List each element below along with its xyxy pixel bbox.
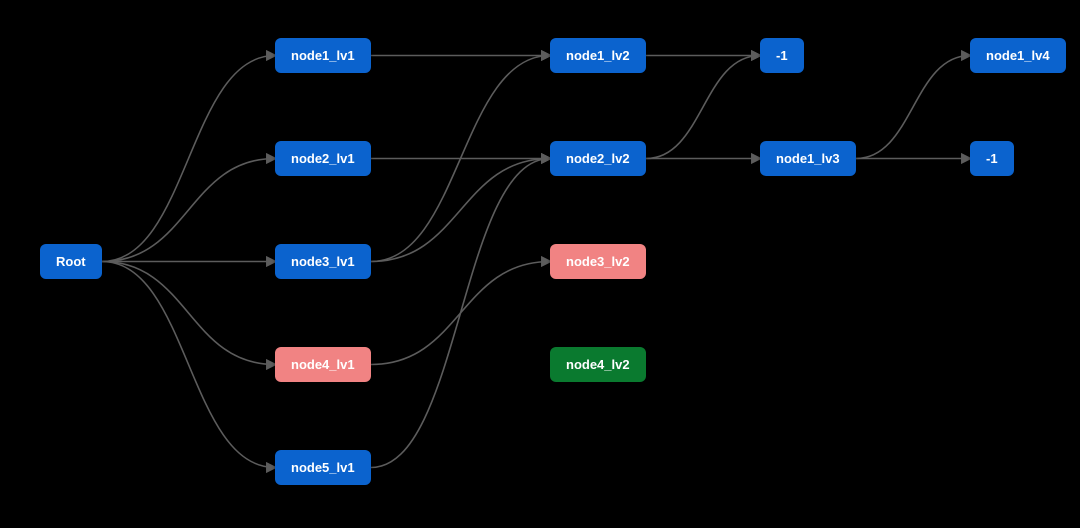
edge-n2l2-to-neg1a	[646, 56, 760, 159]
edge-root-to-n2l1	[102, 159, 275, 262]
node-root[interactable]: Root	[40, 244, 102, 279]
node-label: -1	[986, 151, 998, 166]
node-n1l3[interactable]: node1_lv3	[760, 141, 856, 176]
node-label: node1_lv3	[776, 151, 840, 166]
node-label: node2_lv2	[566, 151, 630, 166]
node-label: node1_lv1	[291, 48, 355, 63]
node-label: node4_lv2	[566, 357, 630, 372]
node-n1l4[interactable]: node1_lv4	[970, 38, 1066, 73]
node-n4l2[interactable]: node4_lv2	[550, 347, 646, 382]
node-label: node5_lv1	[291, 460, 355, 475]
node-label: node1_lv4	[986, 48, 1050, 63]
node-n1l1[interactable]: node1_lv1	[275, 38, 371, 73]
node-n2l1[interactable]: node2_lv1	[275, 141, 371, 176]
diagram-canvas: Root node1_lv1 node2_lv1 node3_lv1 node4_lv1…	[0, 0, 1080, 528]
edge-root-to-n4l1	[102, 262, 275, 365]
node-label: -1	[776, 48, 788, 63]
edge-n1l3-to-n1l4	[856, 56, 970, 159]
node-label: node1_lv2	[566, 48, 630, 63]
edge-n3l1-to-n2l2	[371, 159, 550, 262]
node-n5l1[interactable]: node5_lv1	[275, 450, 371, 485]
node-n2l2[interactable]: node2_lv2	[550, 141, 646, 176]
node-label: node4_lv1	[291, 357, 355, 372]
edges-layer	[0, 0, 1080, 528]
node-neg1b[interactable]: -1	[970, 141, 1014, 176]
edge-n4l1-to-n3l2	[371, 262, 550, 365]
edge-n5l1-to-n2l2	[371, 159, 550, 468]
node-n1l2[interactable]: node1_lv2	[550, 38, 646, 73]
node-n3l2[interactable]: node3_lv2	[550, 244, 646, 279]
node-label: node2_lv1	[291, 151, 355, 166]
node-label: Root	[56, 254, 86, 269]
node-label: node3_lv2	[566, 254, 630, 269]
edge-n3l1-to-n1l2	[371, 56, 550, 262]
node-neg1a[interactable]: -1	[760, 38, 804, 73]
edge-root-to-n1l1	[102, 56, 275, 262]
node-n4l1[interactable]: node4_lv1	[275, 347, 371, 382]
node-n3l1[interactable]: node3_lv1	[275, 244, 371, 279]
node-label: node3_lv1	[291, 254, 355, 269]
edge-root-to-n5l1	[102, 262, 275, 468]
